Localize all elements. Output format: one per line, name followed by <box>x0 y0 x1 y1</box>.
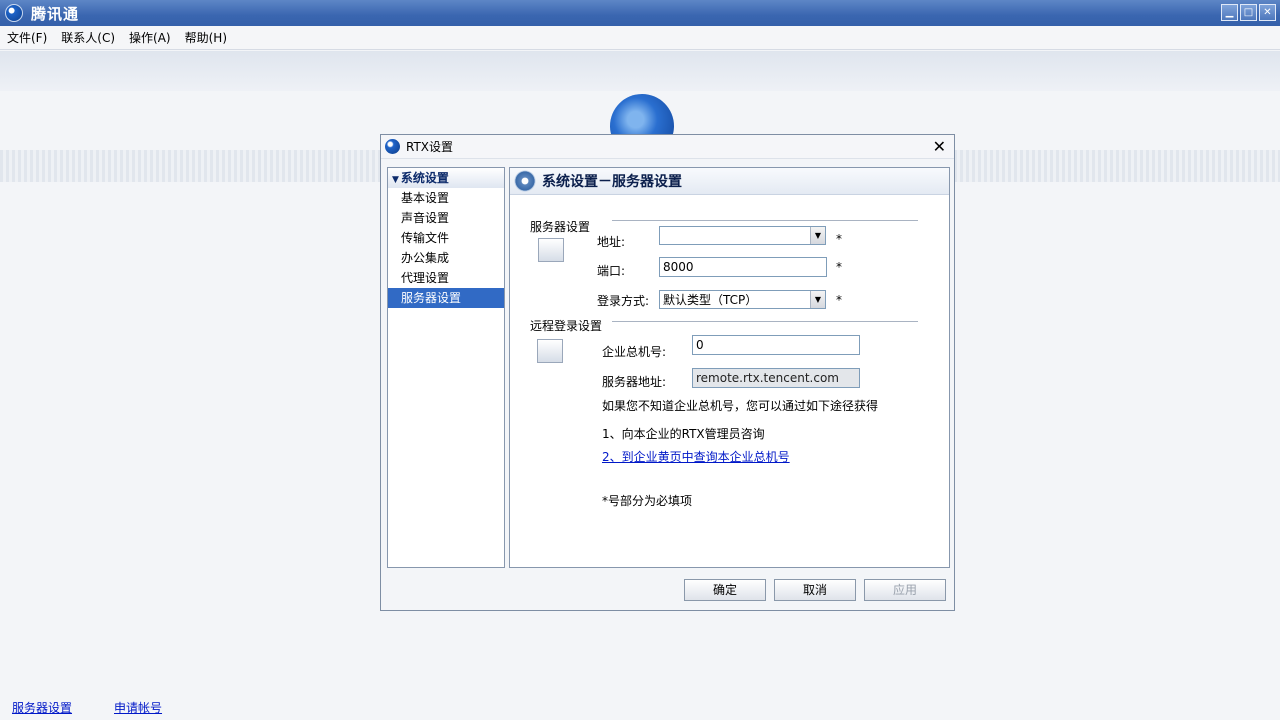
background-band <box>0 51 1280 91</box>
server-section-divider <box>612 220 918 221</box>
menu-file[interactable]: 文件(F) <box>6 29 48 46</box>
dialog-titlebar: RTX设置 ✕ <box>381 135 954 159</box>
window-controls: ▁ □ ✕ <box>1221 4 1276 21</box>
login-required-mark: * <box>836 293 842 307</box>
expand-triangle-icon: ▼ <box>392 175 399 185</box>
company-number-label: 企业总机号: <box>602 345 667 359</box>
company-number-input[interactable] <box>692 335 860 355</box>
yellow-pages-link[interactable]: 2、到企业黄页中查询本企业总机号 <box>602 448 790 465</box>
tree-item-basic[interactable]: 基本设置 <box>388 188 504 208</box>
panel-header: 系统设置－服务器设置 <box>510 168 949 195</box>
remote-section-divider <box>612 321 918 322</box>
menu-actions[interactable]: 操作(A) <box>128 29 172 46</box>
address-label: 地址: <box>597 235 626 249</box>
required-note: *号部分为必填项 <box>602 494 693 508</box>
port-label: 端口: <box>597 264 626 278</box>
tree-item-sound[interactable]: 声音设置 <box>388 208 504 228</box>
server-address-input[interactable] <box>692 368 860 388</box>
server-address-label: 服务器地址: <box>602 375 667 389</box>
close-button[interactable]: ✕ <box>1259 4 1276 21</box>
dialog-title: RTX设置 <box>406 140 454 154</box>
minimize-button[interactable]: ▁ <box>1221 4 1238 21</box>
dialog-close-button[interactable]: ✕ <box>933 139 946 155</box>
tree-root-system-settings[interactable]: ▼ 系统设置 <box>388 168 504 188</box>
dropdown-arrow-icon[interactable]: ▼ <box>810 291 825 308</box>
rtx-icon <box>385 139 400 154</box>
tree-item-proxy[interactable]: 代理设置 <box>388 268 504 288</box>
menu-contacts[interactable]: 联系人(C) <box>60 29 116 46</box>
login-mode-combo[interactable]: 默认类型（TCP） ▼ <box>659 290 826 309</box>
server-settings-icon <box>538 238 564 262</box>
server-settings-link[interactable]: 服务器设置 <box>12 699 72 716</box>
address-combo[interactable]: ▼ <box>659 226 826 245</box>
remote-section-label: 远程登录设置 <box>530 319 603 333</box>
way-1-text: 1、向本企业的RTX管理员咨询 <box>602 427 765 441</box>
cancel-button[interactable]: 取消 <box>774 579 856 601</box>
tree-root-label: 系统设置 <box>400 171 449 185</box>
rtx-settings-dialog: RTX设置 ✕ ▼ 系统设置 基本设置 声音设置 传输文件 办公集成 代理设置 服… <box>380 134 955 611</box>
maximize-button[interactable]: □ <box>1240 4 1257 21</box>
gear-icon <box>514 170 536 192</box>
address-required-mark: * <box>836 232 842 246</box>
tree-item-office[interactable]: 办公集成 <box>388 248 504 268</box>
login-mode-label: 登录方式: <box>597 294 650 308</box>
apply-button[interactable]: 应用 <box>864 579 946 601</box>
app-title: 腾讯通 <box>31 4 80 23</box>
bottom-links: 服务器设置 申请帐号 <box>12 699 162 716</box>
login-mode-value: 默认类型（TCP） <box>663 293 758 307</box>
menu-help[interactable]: 帮助(H) <box>184 29 228 46</box>
apply-account-link[interactable]: 申请帐号 <box>114 699 162 716</box>
port-required-mark: * <box>836 260 842 274</box>
tree-item-file-transfer[interactable]: 传输文件 <box>388 228 504 248</box>
panel-title: 系统设置－服务器设置 <box>542 174 682 190</box>
hint-text: 如果您不知道企业总机号，您可以通过如下途径获得 <box>602 399 879 413</box>
main-titlebar: 腾讯通 ▁ □ ✕ <box>0 0 1280 26</box>
rtx-logo-icon <box>5 4 23 22</box>
remote-login-icon <box>537 339 563 363</box>
port-input[interactable] <box>659 257 827 277</box>
settings-tree: ▼ 系统设置 基本设置 声音设置 传输文件 办公集成 代理设置 服务器设置 <box>387 167 505 568</box>
menu-bar: 文件(F) 联系人(C) 操作(A) 帮助(H) <box>0 26 1280 50</box>
server-section-label: 服务器设置 <box>530 220 591 234</box>
tree-item-server[interactable]: 服务器设置 <box>388 288 504 308</box>
ok-button[interactable]: 确定 <box>684 579 766 601</box>
dropdown-arrow-icon[interactable]: ▼ <box>810 227 825 244</box>
settings-panel: 系统设置－服务器设置 服务器设置 地址: ▼ * 端口: * 登录方式: 默认类… <box>509 167 950 568</box>
